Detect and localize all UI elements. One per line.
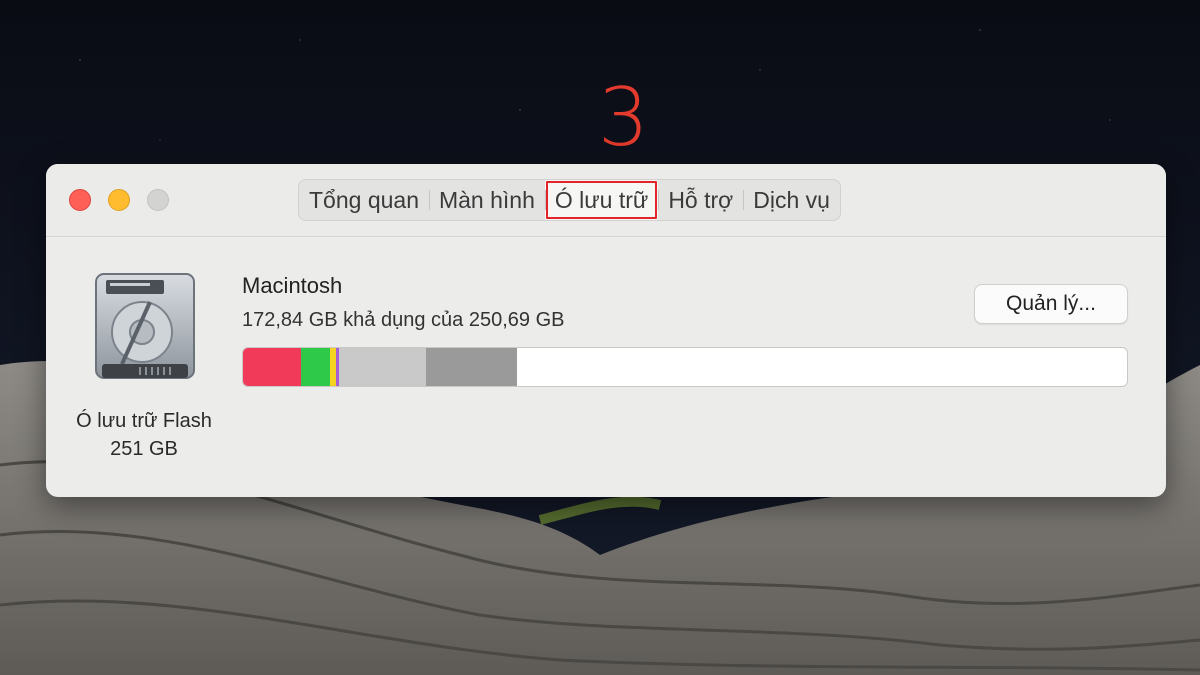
drive-label: Ó lưu trữ Flash 251 GB [46, 407, 242, 463]
tab-bar: Tổng quan Màn hình Ó lưu trữ Hỗ trợ Dịch… [298, 179, 841, 221]
step-number-annotation: 3 [598, 71, 649, 164]
storage-usage-bar [242, 347, 1128, 387]
storage-bar-segment-2 [301, 348, 330, 386]
close-button[interactable] [69, 189, 91, 211]
tab-service[interactable]: Dịch vụ [743, 180, 840, 220]
volume-name: Macintosh [242, 273, 343, 298]
manage-button[interactable]: Quản lý... [974, 284, 1128, 324]
tab-displays[interactable]: Màn hình [428, 180, 545, 220]
storage-bar-segment-6 [425, 348, 518, 386]
window-titlebar: Tổng quan Màn hình Ó lưu trữ Hỗ trợ Dịch… [46, 164, 1166, 237]
tab-support[interactable]: Hỗ trợ [658, 180, 743, 220]
storage-bar-segment-1 [243, 348, 302, 386]
tab-storage[interactable]: Ó lưu trữ [544, 180, 659, 220]
about-this-mac-window: Tổng quan Màn hình Ó lưu trữ Hỗ trợ Dịch… [46, 164, 1166, 497]
drive-name: Ó lưu trữ Flash [76, 410, 212, 432]
drive-capacity: 251 GB [110, 438, 178, 460]
storage-bar-segment-5 [339, 348, 426, 386]
minimize-button[interactable] [108, 189, 130, 211]
volume-usage-text: 172,84 GB khả dụng của 250,69 GB [242, 309, 565, 331]
zoom-button [147, 189, 169, 211]
hard-drive-icon [92, 272, 198, 388]
tab-overview[interactable]: Tổng quan [299, 180, 429, 220]
